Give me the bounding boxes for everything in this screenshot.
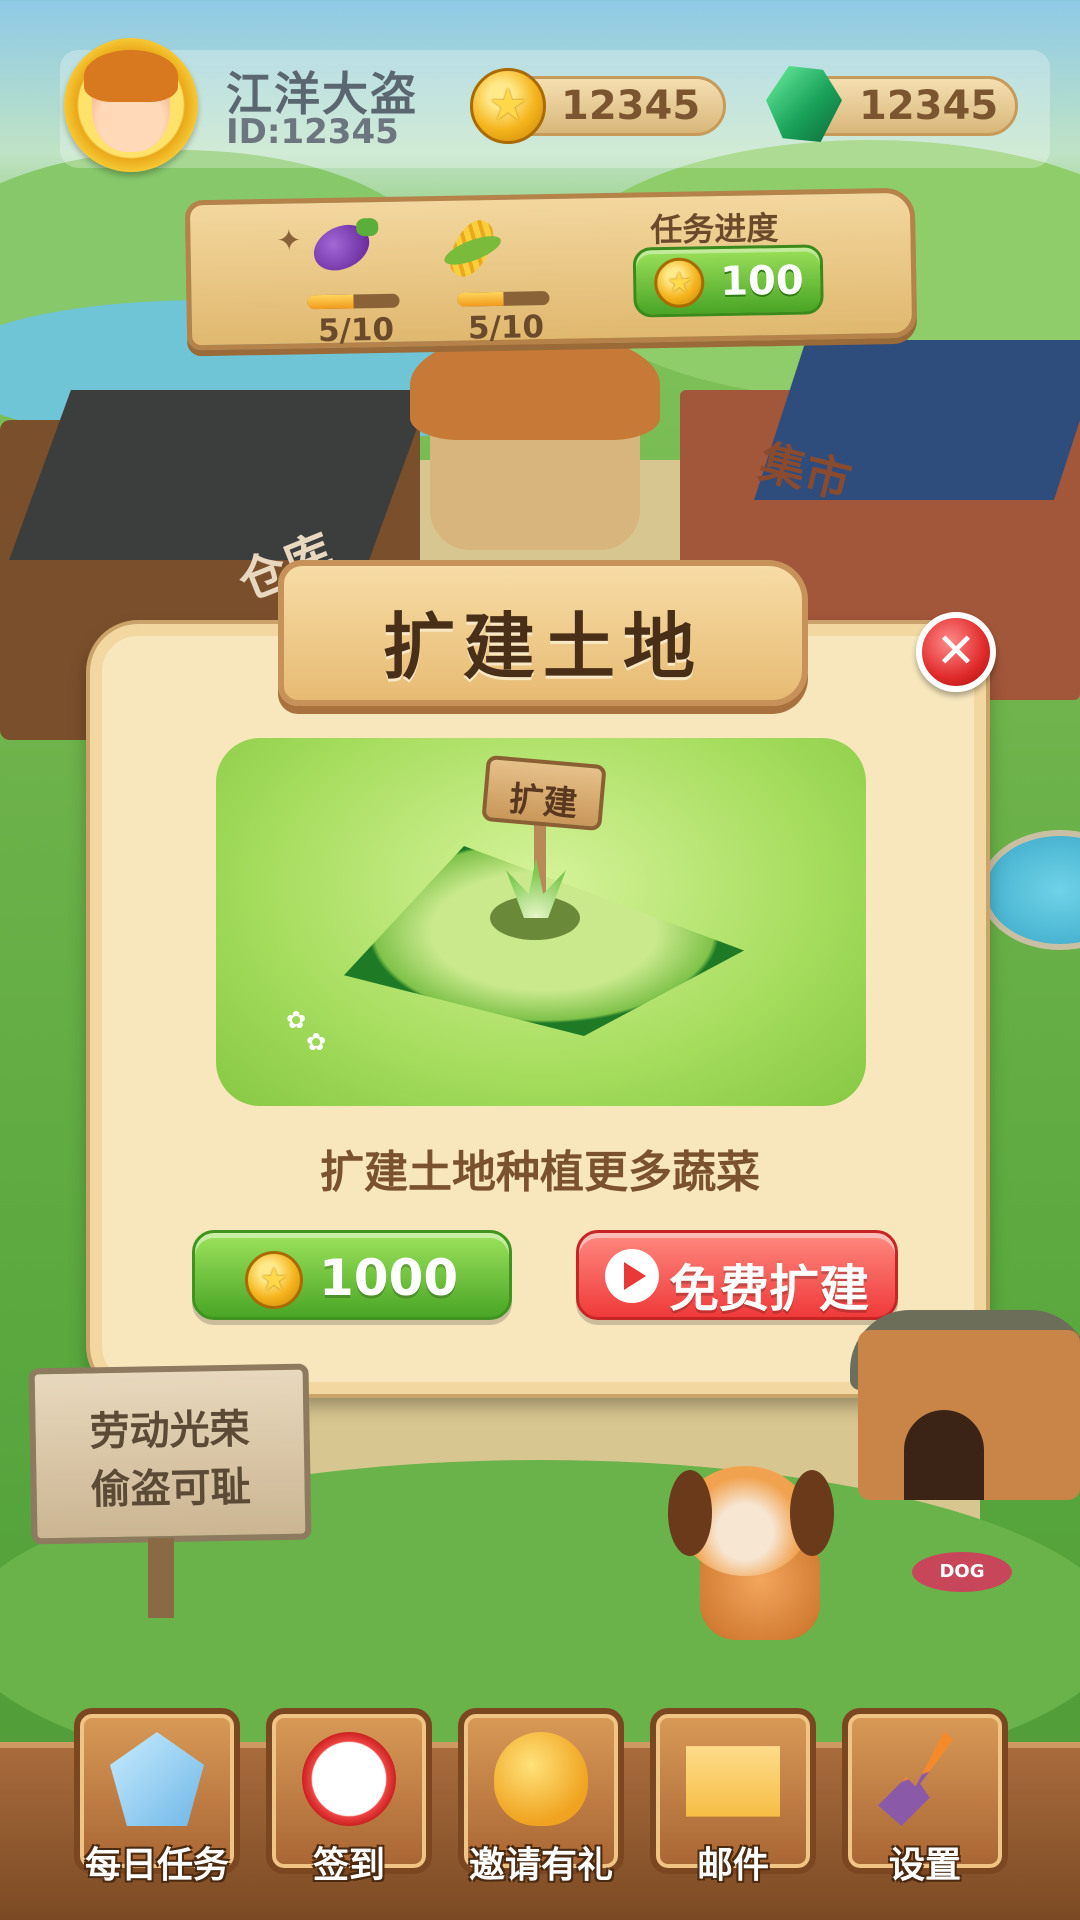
coin-expand-button[interactable]: 1000 (192, 1230, 512, 1320)
shovel-icon (878, 1732, 954, 1826)
dialog-description: 扩建土地种植更多蔬菜 (320, 1147, 760, 1198)
crystal-clock-icon (110, 1732, 204, 1826)
avatar[interactable] (64, 38, 198, 172)
coin-expand-cost: 1000 (319, 1249, 459, 1307)
menu-label: 邮件 (696, 1845, 769, 1886)
dog-bowl: DOG (912, 1552, 1012, 1592)
task-progress-fill (457, 291, 504, 307)
close-button[interactable]: ✕ (916, 612, 996, 692)
slogan-line-2: 偷盗可耻 (90, 1464, 252, 1514)
task-reward-value: 100 (719, 257, 805, 306)
coin-icon (653, 257, 705, 309)
dialog-title: 扩建土地 (382, 605, 703, 689)
slogan-signpost: 劳动光荣 偷盗可耻 (28, 1363, 312, 1545)
close-icon: ✕ (935, 623, 977, 679)
sparkle-icon: ✦ (276, 223, 302, 259)
player-id: ID:12345 (226, 112, 399, 152)
task-progress-fill (307, 294, 354, 310)
menu-settings[interactable]: 设置 (842, 1708, 1008, 1886)
flower-icon: ✿ (286, 1006, 307, 1034)
eggplant-cap (356, 218, 379, 237)
gift-egg-icon (494, 1732, 588, 1826)
land-preview-image: 扩建 ✿ ✿ (216, 738, 866, 1106)
kennel-door (904, 1410, 984, 1500)
task-progress-text: 5/10 (467, 309, 545, 347)
signpost-pole (148, 1538, 174, 1618)
envelope-icon (686, 1746, 780, 1817)
coin-icon (245, 1251, 303, 1309)
flower-icon: ✿ (306, 1028, 327, 1056)
expand-sign: 扩建 (481, 754, 607, 832)
task-item-corn: 5/10 (426, 209, 550, 346)
free-expand-label: 免费扩建 (669, 1260, 869, 1318)
alarm-clock-icon (302, 1732, 396, 1826)
coin-balance-value: 12345 (561, 83, 701, 129)
menu-mail[interactable]: 邮件 (650, 1708, 816, 1886)
gem-balance-value: 12345 (859, 83, 999, 129)
task-reward-button[interactable]: 100 (632, 244, 824, 318)
menu-label: 签到 (312, 1845, 385, 1886)
task-progress-text: 5/10 (317, 311, 395, 350)
avatar-hair (84, 50, 178, 102)
menu-label: 邀请有礼 (468, 1845, 613, 1886)
task-board[interactable]: ✦ 5/10 5/10 任务进度 100 (184, 187, 918, 351)
menu-daily-tasks[interactable]: 每日任务 (74, 1708, 240, 1886)
task-item-eggplant: ✦ 5/10 (276, 212, 400, 349)
menu-invite[interactable]: 邀请有礼 (458, 1708, 624, 1886)
free-expand-button[interactable]: 免费扩建 (576, 1230, 898, 1320)
menu-label: 每日任务 (84, 1845, 229, 1886)
coin-icon (470, 68, 546, 144)
dog-ear (668, 1470, 712, 1556)
expand-sign-text: 扩建 (507, 779, 579, 825)
dog-ear (790, 1470, 834, 1556)
dialog-title-board: 扩建土地 (278, 560, 808, 706)
menu-label: 设置 (888, 1845, 961, 1886)
warehouse-roof (9, 390, 431, 560)
task-progress-title: 任务进度 (650, 209, 779, 250)
silo-roof (410, 330, 660, 440)
pond (980, 830, 1080, 950)
play-video-icon (605, 1249, 659, 1303)
slogan-line-1: 劳动光荣 (89, 1406, 250, 1456)
task-progress-bar (457, 291, 550, 307)
task-progress-bar (307, 293, 400, 310)
menu-sign-in[interactable]: 签到 (266, 1708, 432, 1886)
